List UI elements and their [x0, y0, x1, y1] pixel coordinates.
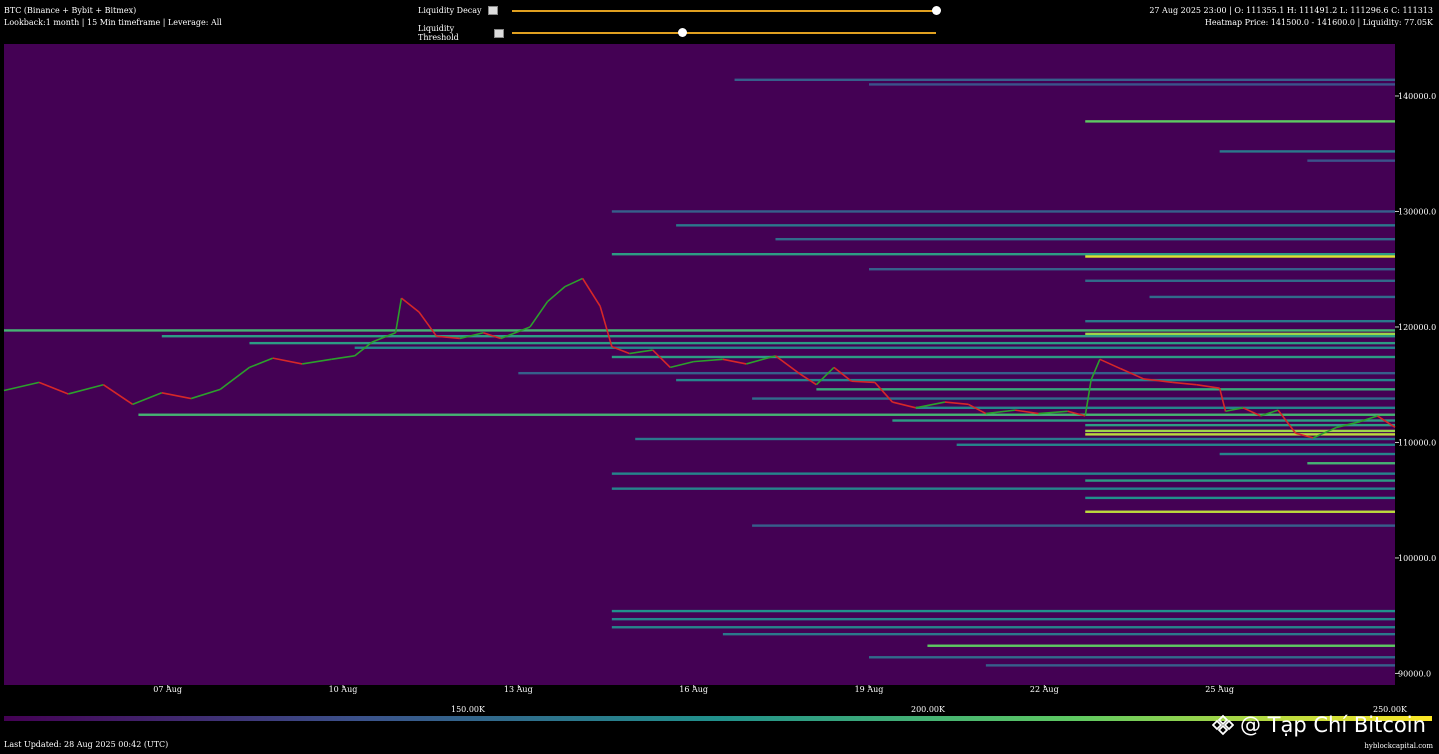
liquidity-level [635, 437, 1395, 441]
liquidity-level [868, 268, 1395, 271]
liquidity-level [868, 656, 1395, 659]
liquidity-threshold-label: Liquidity Threshold [418, 24, 459, 42]
liquidity-level [1085, 496, 1395, 500]
y-axis: 140000.0 130000.0 120000.0 110000.0 100000.0… [1395, 92, 1436, 678]
liquidity-level [1085, 255, 1395, 258]
y-tick-label: 90000.0 [1398, 669, 1431, 678]
liquidity-level [868, 83, 1395, 86]
liquidity-level [611, 210, 1395, 213]
liquidity-level [1149, 295, 1395, 299]
liquidity-level [1219, 150, 1395, 153]
liquidity-level [1085, 510, 1395, 513]
liquidity-level [1307, 159, 1395, 162]
x-axis: 07 Aug 10 Aug 13 Aug 16 Aug 19 Aug 22 Aug 25 A… [153, 685, 1234, 694]
x-tick-label: 07 Aug [153, 685, 182, 694]
liquidity-level [518, 371, 1395, 375]
watermark: @ Tạp Chí Bitcoin [1212, 713, 1426, 737]
liquidity-level [1307, 462, 1395, 465]
liquidity-decay-slider-handle[interactable] [932, 5, 941, 15]
liquidity-level [4, 329, 1395, 332]
liquidity-decay-control: Liquidity Decay [418, 5, 941, 15]
liquidity-level [892, 419, 1395, 422]
liquidity-level [752, 397, 1395, 400]
liquidity-threshold-control: Liquidity Threshold [418, 24, 936, 42]
heatmap-plot-area [4, 44, 1395, 685]
liquidity-level [611, 355, 1395, 359]
x-tick-label: 25 Aug [1205, 685, 1234, 694]
liquidity-level [1085, 332, 1395, 336]
heatmap-info: Heatmap Price: 141500.0 - 141600.0 | Liq… [1204, 18, 1433, 27]
liquidity-level [915, 406, 1395, 410]
liquidity-level [354, 346, 1396, 349]
x-tick-label: 22 Aug [1030, 685, 1059, 694]
liquidity-threshold-slider[interactable] [512, 28, 936, 37]
liquidity-level [138, 413, 1396, 416]
liquidity-level [956, 443, 1395, 446]
liquidity-level [249, 341, 1395, 345]
liquidity-level [1219, 452, 1395, 456]
x-tick-label: 13 Aug [504, 685, 533, 694]
y-tick-label: 110000.0 [1398, 438, 1436, 447]
liquidity-level [722, 632, 1395, 636]
liquidity-heatmap-chart: 140000.0 130000.0 120000.0 110000.0 100000.0… [3, 44, 1436, 721]
liquidity-level [734, 78, 1395, 82]
liquidity-level [611, 472, 1395, 475]
liquidity-level [927, 644, 1395, 647]
liquidity-level [752, 524, 1395, 527]
liquidity-level [1085, 429, 1395, 433]
liquidity-level [611, 253, 1395, 256]
y-tick-label: 120000.0 [1398, 323, 1436, 332]
watermark-text: @ Tạp Chí Bitcoin [1240, 713, 1426, 737]
colorbar-label: 200.00K [911, 705, 945, 714]
x-tick-label: 16 Aug [679, 685, 708, 694]
liquidity-level [775, 237, 1395, 241]
liquidity-level [816, 388, 1395, 391]
ohlc-readout: 27 Aug 2025 23:00 | O: 111355.1 H: 11149… [1149, 6, 1433, 15]
y-tick-label: 130000.0 [1398, 207, 1436, 216]
liquidity-level [1085, 279, 1395, 282]
liquidity-level [611, 487, 1395, 490]
liquidity-threshold-slider-handle[interactable] [677, 28, 687, 37]
y-tick-label: 140000.0 [1398, 92, 1436, 101]
image-icon [494, 28, 504, 38]
liquidity-level [676, 224, 1395, 227]
liquidity-level [611, 609, 1395, 613]
source-label: hyblockcapital.com [1364, 742, 1433, 750]
liquidity-level [676, 378, 1395, 382]
chart-subtitle: Lookback:1 month | 15 Min timeframe | Le… [4, 18, 222, 27]
liquidity-level [611, 617, 1395, 621]
colorbar-label: 150.00K [451, 705, 485, 714]
x-tick-label: 10 Aug [329, 685, 358, 694]
liquidity-level [161, 335, 1396, 338]
x-tick-label: 19 Aug [855, 685, 884, 694]
liquidity-level [611, 626, 1395, 629]
liquidity-level [1085, 479, 1395, 482]
binance-logo-icon [1212, 714, 1234, 736]
liquidity-level [1085, 319, 1395, 323]
y-tick-label: 100000.0 [1398, 554, 1436, 563]
liquidity-decay-label: Liquidity Decay [418, 6, 482, 15]
liquidity-level [985, 664, 1395, 667]
liquidity-level [1085, 120, 1395, 123]
liquidity-decay-slider[interactable] [512, 5, 941, 15]
last-updated: Last Updated: 28 Aug 2025 00:42 (UTC) [4, 740, 169, 749]
liquidity-level [1085, 433, 1395, 436]
chart-title: BTC (Binance + Bybit + Bitmex) [4, 6, 137, 15]
image-icon [488, 6, 498, 15]
